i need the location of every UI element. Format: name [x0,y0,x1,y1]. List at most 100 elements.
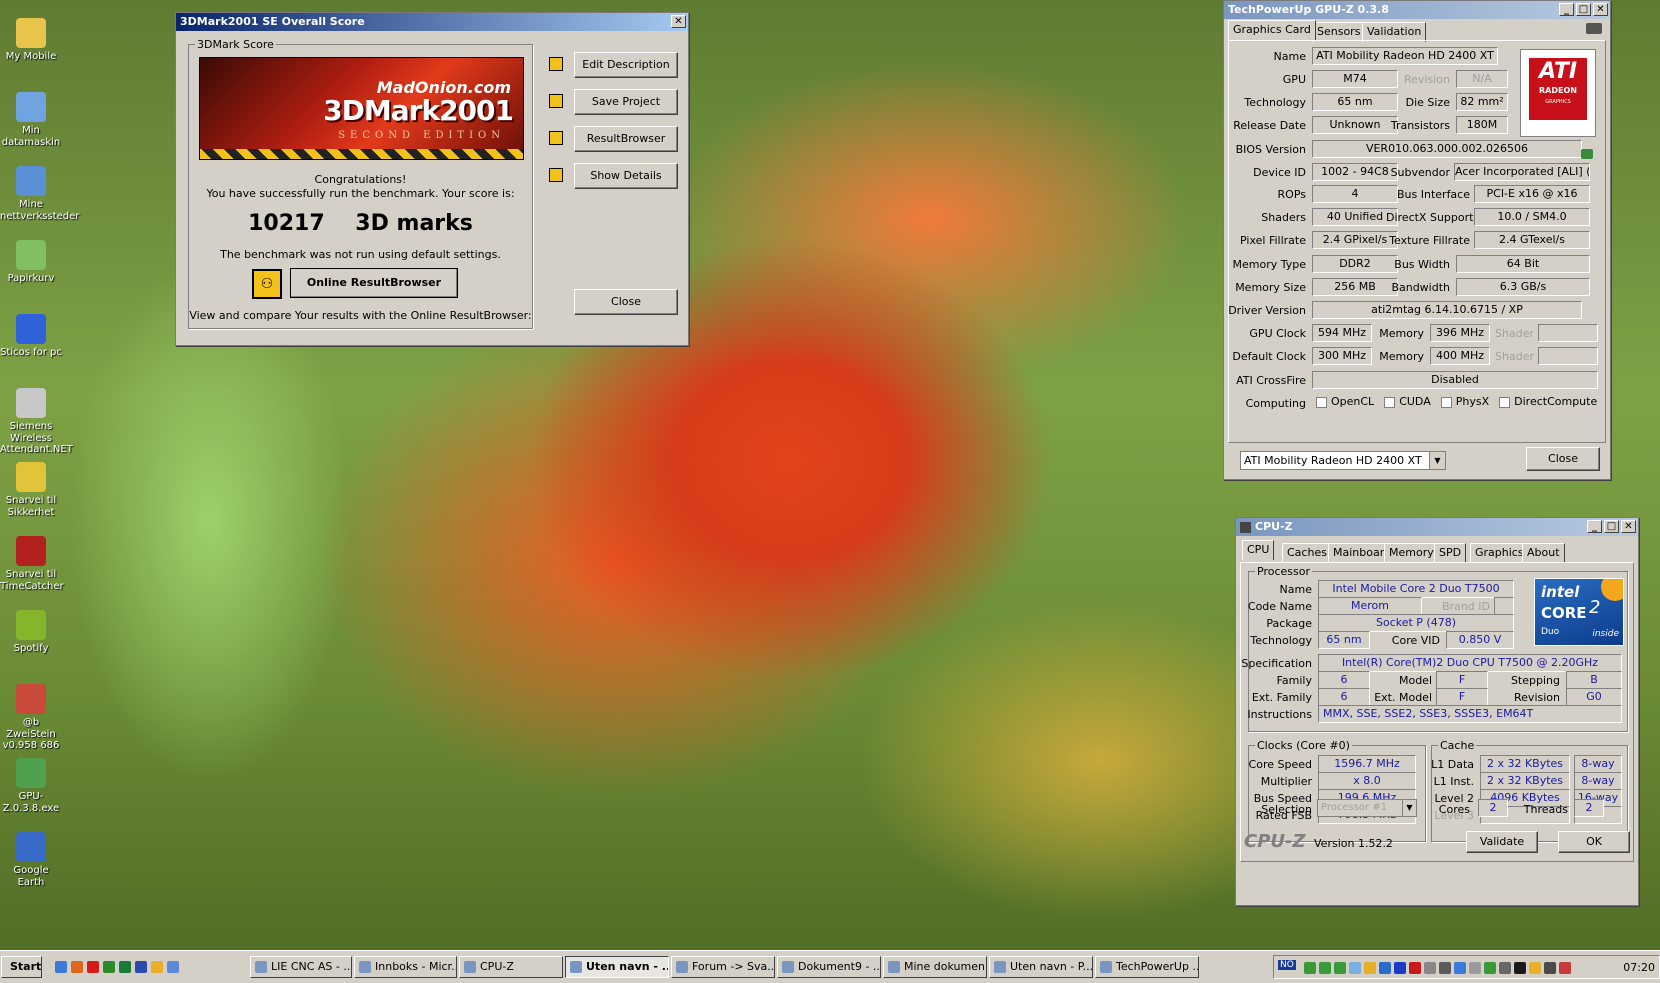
tray-app-icon[interactable] [1559,962,1571,974]
close-icon[interactable]: ✕ [671,15,686,28]
opera-icon[interactable] [87,961,99,973]
checkbox-icon[interactable] [1384,396,1396,408]
taskbar-item[interactable]: TechPowerUp ... [1095,956,1199,978]
resultbrowser-button[interactable]: ResultBrowser [574,126,678,152]
tray-app-icon[interactable] [1514,962,1526,974]
maximize-icon[interactable]: □ [1604,520,1619,533]
score-row: 10217 3D marks [188,211,533,236]
tab-about[interactable]: About [1522,543,1565,563]
language-indicator[interactable]: NO [1278,960,1296,970]
field-device-id: 1002 - 94C8 [1312,163,1398,181]
taskbar-item[interactable]: Mine dokumen... [883,956,987,978]
gpuz-close-button[interactable]: Close [1526,447,1600,471]
selection-select[interactable]: Processor #1 ▼ [1317,799,1417,817]
volume-icon[interactable] [1529,962,1541,974]
tab-graphics[interactable]: Graphics [1470,543,1529,563]
validate-button[interactable]: Validate [1466,831,1538,853]
computing-option[interactable]: PhysX [1440,395,1489,408]
chevron-down-icon[interactable]: ▼ [1429,452,1445,469]
tray-app-icon[interactable] [1349,962,1361,974]
tray-app-icon[interactable] [1499,962,1511,974]
edit-description-button[interactable]: Edit Description [574,52,678,78]
tab-graphics-card[interactable]: Graphics Card [1228,20,1316,40]
desktop-icon-image [16,684,46,714]
firefox-icon[interactable] [71,961,83,973]
camera-icon[interactable] [1586,23,1602,34]
3dmark-close-button[interactable]: Close [574,289,678,315]
bluetooth-icon[interactable] [1394,962,1406,974]
excel-icon[interactable] [119,961,131,973]
duo-logo-text: Duo [1541,627,1560,637]
desktop-icon[interactable]: Min datamaskin [0,92,62,148]
gpuz-titlebar[interactable]: TechPowerUp GPU-Z 0.3.8 _ □ ✕ [1224,1,1610,19]
close-icon[interactable]: ✕ [1593,3,1608,16]
tray-app-icon[interactable] [1424,962,1436,974]
taskbar-item[interactable]: CPU-Z [459,956,563,978]
desktop-icon[interactable]: Snarvei til TimeCatcher [0,536,64,592]
minimize-icon[interactable]: _ [1587,520,1602,533]
save-project-button[interactable]: Save Project [574,89,678,115]
desktop-icon[interactable]: GPU-Z.0.3.8.exe [0,758,62,814]
online-resultbrowser-button[interactable]: Online ResultBrowser [290,268,458,298]
network-icon[interactable] [1334,962,1346,974]
computing-option[interactable]: DirectCompute [1499,395,1597,408]
chevron-down-icon[interactable]: ▼ [1402,800,1416,816]
app-icon[interactable] [103,961,115,973]
desktop-icon[interactable]: Spotify [0,610,62,655]
label-memory-type: Memory Type [1232,258,1307,271]
tab-caches[interactable]: Caches [1282,543,1332,563]
tray-app-icon[interactable] [1439,962,1451,974]
close-icon[interactable]: ✕ [1621,520,1636,533]
tab-cpu[interactable]: CPU [1242,540,1275,560]
tab-sensors[interactable]: Sensors [1312,22,1366,42]
desktop-icon[interactable]: Papirkurv [0,240,62,285]
tab-validation[interactable]: Validation [1362,22,1427,42]
tray-app-icon[interactable] [1364,962,1376,974]
desktop-icon[interactable]: @b ZweiStein v0.958 686 [0,684,62,752]
tray-app-icon[interactable] [1454,962,1466,974]
start-button[interactable]: Start [1,956,42,978]
clock-icon[interactable] [151,961,163,973]
desktop-icon-label: Sticos for pc [0,347,62,358]
desktop-icon[interactable]: Sticos for pc [0,314,62,359]
tray-app-icon[interactable] [1484,962,1496,974]
shield-icon[interactable] [1409,962,1421,974]
computing-option[interactable]: OpenCL [1316,395,1374,408]
tray-app-icon[interactable] [1469,962,1481,974]
taskbar-item[interactable]: LIE CNC AS - ... [250,956,352,978]
window-icon [464,961,476,973]
cpuz-titlebar[interactable]: CPU-Z _ □ ✕ [1236,518,1638,536]
taskbar-item[interactable]: Uten navn - ... [565,956,669,978]
desktop-icon[interactable]: Google Earth [0,832,62,888]
network-icon[interactable] [1319,962,1331,974]
computing-option[interactable]: CUDA [1384,395,1431,408]
taskbar-item[interactable]: Uten navn - P... [989,956,1093,978]
online-icon[interactable]: ⚇ [252,269,282,299]
checkbox-icon[interactable] [1316,396,1327,408]
gpu-select[interactable]: ATI Mobility Radeon HD 2400 XT ▼ [1240,451,1446,470]
taskbar-item[interactable]: Forum -> Sva... [671,956,775,978]
3dmark-titlebar[interactable]: 3DMark2001 SE Overall Score ✕ [176,13,688,31]
desktop-icon[interactable]: Snarvei til Sikkerhet [0,462,62,518]
desktop-icon[interactable]: My Mobile [0,18,62,63]
checkbox-icon[interactable] [1440,396,1452,408]
desktop-icon[interactable]: Siemens Wireless Attendant.NET [0,388,73,456]
ie-icon[interactable] [167,961,179,973]
minimize-icon[interactable]: _ [1559,3,1574,16]
ok-button[interactable]: OK [1558,831,1630,853]
bios-chip-icon[interactable] [1581,149,1593,159]
tab-memory[interactable]: Memory [1384,543,1439,563]
maximize-icon[interactable]: □ [1576,3,1591,16]
taskbar-item[interactable]: Dokument9 - ... [777,956,881,978]
taskbar-item[interactable]: Innboks - Micr... [354,956,457,978]
tray-app-icon[interactable] [1544,962,1556,974]
ie-icon[interactable] [55,961,67,973]
tray-app-icon[interactable] [1379,962,1391,974]
clock[interactable]: 07:20 [1623,961,1655,974]
word-icon[interactable] [135,961,147,973]
tab-spd[interactable]: SPD [1434,543,1467,563]
network-icon[interactable] [1304,962,1316,974]
show-details-button[interactable]: Show Details [574,163,678,189]
checkbox-icon[interactable] [1499,396,1511,408]
desktop-icon[interactable]: Mine nettverkssteder [0,166,79,222]
